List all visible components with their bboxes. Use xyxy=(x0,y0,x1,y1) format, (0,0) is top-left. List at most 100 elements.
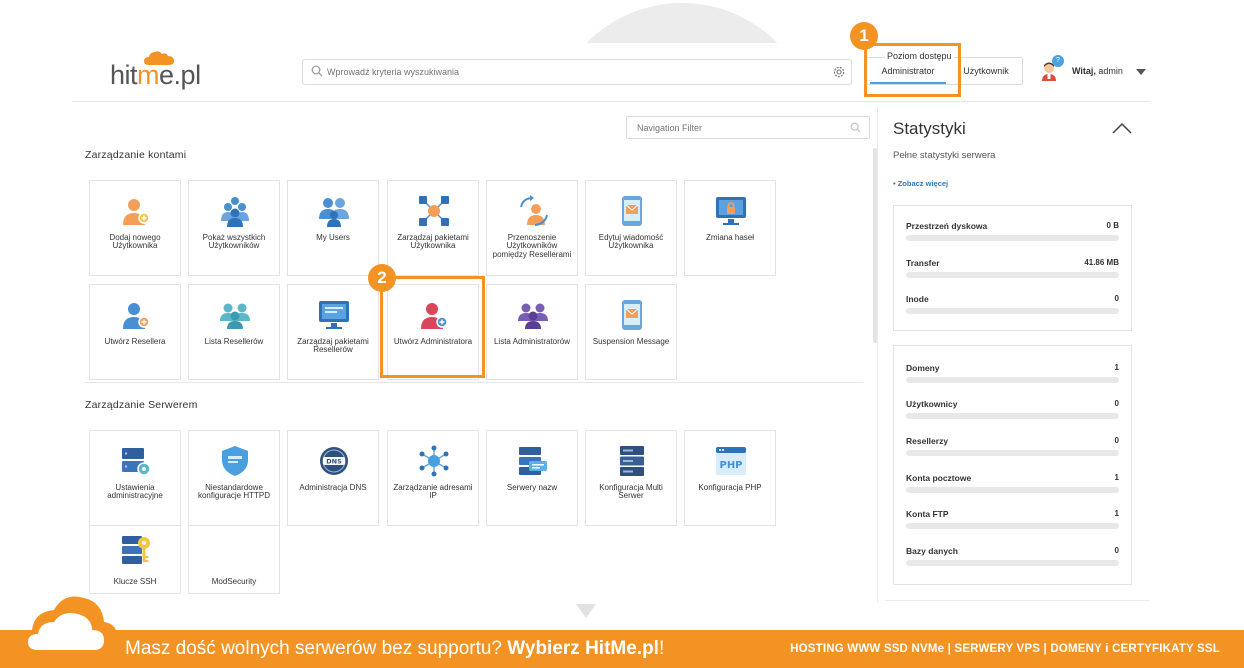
cloud-icon xyxy=(18,596,118,658)
tile-multi-server[interactable]: Konfiguracja Multi Serwer xyxy=(585,430,677,526)
tile-transfer-users[interactable]: Przenoszenie Użytkowników pomiędzy Resel… xyxy=(486,180,578,276)
tile-add-user[interactable]: Dodaj nowego Użytkownika xyxy=(89,180,181,276)
logo-text-pre: hit xyxy=(110,60,138,90)
php-icon: PHP xyxy=(716,447,746,475)
stat-bar xyxy=(906,413,1119,419)
tile-label: Administracja DNS xyxy=(299,483,367,492)
stat-databases: Bazy danych 0 xyxy=(906,546,1119,574)
stat-value: 1 xyxy=(1114,473,1119,482)
stat-name: Konta FTP xyxy=(906,509,949,519)
tile-label: Suspension Message xyxy=(592,337,670,346)
banner-text-bold[interactable]: Wybierz HitMe.pl xyxy=(507,638,659,659)
welcome-greeting: Witaj, xyxy=(1072,66,1096,76)
tile-ssh-keys[interactable]: Klucze SSH xyxy=(89,525,181,594)
tile-nameservers[interactable]: Serwery nazw xyxy=(486,430,578,526)
logo-text-accent: m xyxy=(137,60,160,90)
stat-bar xyxy=(906,308,1119,314)
tile-label: Edytuj wiadomość Użytkownika xyxy=(598,233,664,251)
stat-name: Inode xyxy=(906,294,929,304)
stats-title: Statystyki xyxy=(893,119,966,138)
stat-name: Użytkownicy xyxy=(906,399,958,409)
tile-manage-reseller-packages[interactable]: Zarządzaj pakietami Resellerów xyxy=(287,284,379,380)
search-icon xyxy=(850,122,861,133)
stat-value: 0 xyxy=(1114,399,1119,408)
scroll-down-arrow-icon[interactable] xyxy=(576,604,596,618)
tile-label: Utwórz Resellera xyxy=(104,337,166,346)
tile-modsecurity[interactable]: ModSecurity xyxy=(188,525,280,594)
stat-value: 0 xyxy=(1114,436,1119,445)
tile-label: Konfiguracja Multi Serwer xyxy=(599,483,663,501)
logo[interactable]: hitme.pl xyxy=(110,50,220,94)
tile-label: ModSecurity xyxy=(211,577,257,586)
tile-label: My Users xyxy=(316,233,350,242)
welcome-username: admin xyxy=(1095,66,1123,76)
search-input[interactable] xyxy=(327,60,827,84)
tile-dns-admin[interactable]: DNS Administracja DNS xyxy=(287,430,379,526)
svg-text:DNS: DNS xyxy=(326,458,342,466)
tile-label: Serwery nazw xyxy=(506,483,558,492)
notification-badge: ? xyxy=(1052,55,1064,67)
tile-manage-user-packages[interactable]: Zarządzaj pakietami Użytkownika xyxy=(387,180,479,276)
section-title-server: Zarządzanie Serwerem xyxy=(85,399,198,411)
tile-label: Przenoszenie Użytkowników pomiędzy Resel… xyxy=(492,233,572,259)
stat-transfer: Transfer 41.86 MB xyxy=(906,258,1119,286)
tile-show-all-users[interactable]: Pokaż wszystkich Użytkowników xyxy=(188,180,280,276)
chevron-down-icon[interactable] xyxy=(1136,69,1146,75)
banner-text: Masz dość wolnych serwerów bez supportu?… xyxy=(125,638,664,660)
navigation-filter-input[interactable] xyxy=(637,117,837,138)
tile-label: Lista Resellerów xyxy=(204,337,264,346)
add-user-icon xyxy=(123,199,150,225)
gear-icon[interactable] xyxy=(833,66,845,78)
stat-name: Domeny xyxy=(906,363,940,373)
tile-label: Zarządzanie adresami IP xyxy=(393,483,473,501)
tile-label: Lista Administratorów xyxy=(493,337,571,346)
stat-bar xyxy=(906,235,1119,241)
add-reseller-icon xyxy=(123,303,150,329)
stats-see-more-link[interactable]: • Zobacz więcej xyxy=(893,179,948,188)
banner-text-end: ! xyxy=(658,638,665,659)
tile-create-reseller[interactable]: Utwórz Resellera xyxy=(89,284,181,380)
stat-value: 0 B xyxy=(1106,221,1119,230)
callout-badge-2: 2 xyxy=(368,264,396,292)
tile-label: Ustawienia administracyjne xyxy=(107,483,163,501)
tile-change-passwords[interactable]: Zmiana haseł xyxy=(684,180,776,276)
navigation-filter xyxy=(626,116,870,139)
multi-server-icon xyxy=(620,446,644,476)
tile-php-config[interactable]: PHP Konfiguracja PHP xyxy=(684,430,776,526)
svg-text:PHP: PHP xyxy=(719,460,742,471)
callout-highlight-1 xyxy=(864,43,961,97)
banner-services: HOSTING WWW SSD NVMe | SERWERY VPS | DOM… xyxy=(790,643,1220,655)
package-network-icon xyxy=(419,196,449,226)
message-phone-icon xyxy=(622,196,642,226)
tile-suspension-message[interactable]: Suspension Message xyxy=(585,284,677,380)
stat-value: 0 xyxy=(1114,294,1119,303)
stat-bar xyxy=(906,450,1119,456)
dns-icon: DNS xyxy=(320,447,348,475)
stat-disk: Przestrzeń dyskowa 0 B xyxy=(906,221,1119,249)
tile-reseller-list[interactable]: Lista Resellerów xyxy=(188,284,280,380)
banner-text-main: Masz dość wolnych serwerów bez supportu? xyxy=(125,638,508,659)
password-monitor-icon xyxy=(716,197,746,225)
stat-name: Konta pocztowe xyxy=(906,473,972,483)
tile-ip-management[interactable]: Zarządzanie adresami IP xyxy=(387,430,479,526)
stat-domains: Domeny 1 xyxy=(906,363,1119,391)
stat-value: 1 xyxy=(1114,509,1119,518)
stats-box-counts: Domeny 1 Użytkownicy 0 Resellerzy 0 Konta p… xyxy=(893,345,1132,585)
stat-email-accounts: Konta pocztowe 1 xyxy=(906,473,1119,501)
tile-admin-list[interactable]: Lista Administratorów xyxy=(486,284,578,380)
header-divider xyxy=(72,101,1150,102)
tile-label: Niestandardowe konfiguracje HTTPD xyxy=(197,483,271,501)
admin-list-icon xyxy=(518,303,548,329)
tile-edit-user-message[interactable]: Edytuj wiadomość Użytkownika xyxy=(585,180,677,276)
ssh-key-icon xyxy=(122,536,150,564)
stat-bar xyxy=(906,377,1119,383)
chevron-up-icon[interactable] xyxy=(1112,122,1132,134)
access-user-tab[interactable]: Użytkownik xyxy=(958,66,1014,76)
tile-custom-httpd[interactable]: Niestandardowe konfiguracje HTTPD xyxy=(188,430,280,526)
tile-admin-settings[interactable]: Ustawienia administracyjne xyxy=(89,430,181,526)
tile-my-users[interactable]: My Users xyxy=(287,180,379,276)
callout-badge-1: 1 xyxy=(850,22,878,50)
httpd-shield-icon xyxy=(222,446,248,476)
tile-label: Pokaż wszystkich Użytkowników xyxy=(202,233,266,251)
stat-bar xyxy=(906,272,1119,278)
